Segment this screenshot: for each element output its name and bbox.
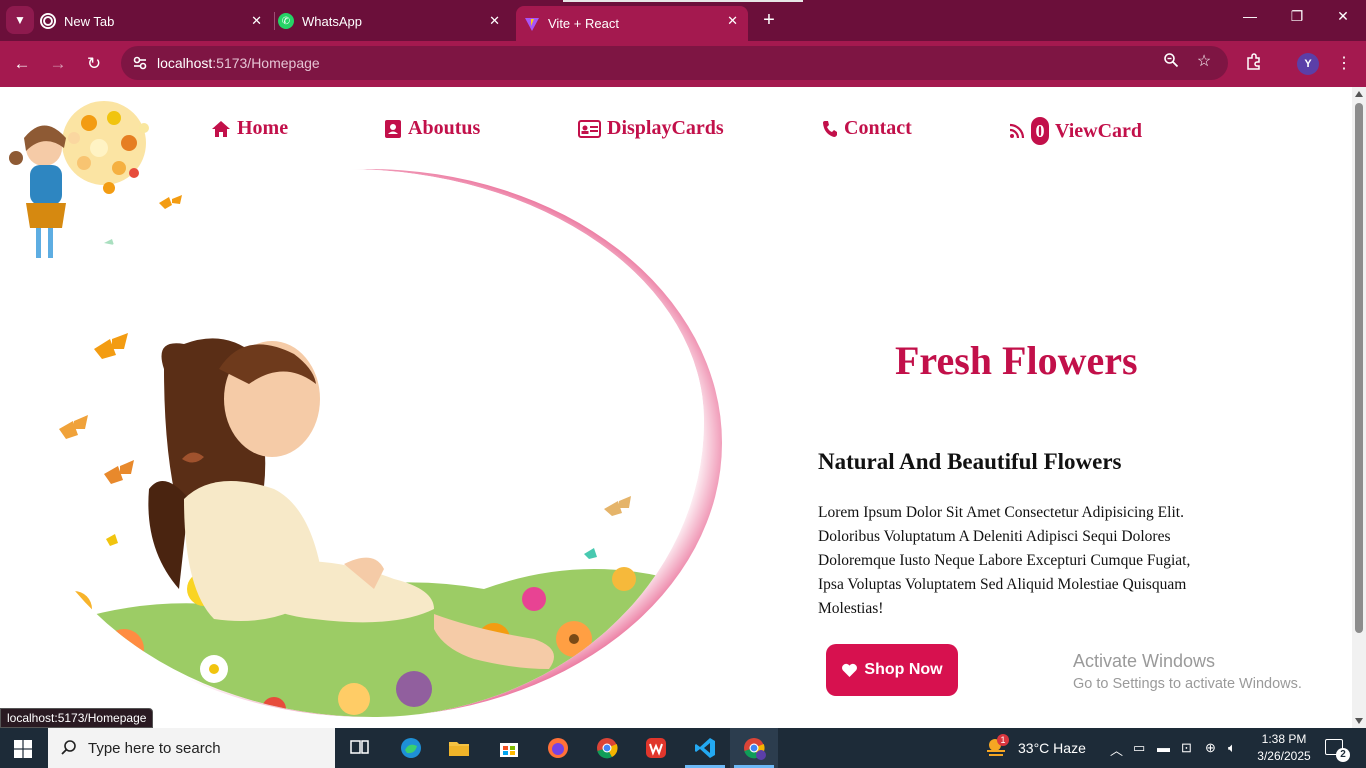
- tab-title: Vite + React: [548, 16, 619, 31]
- close-tab-icon[interactable]: ✕: [251, 13, 262, 29]
- heart-icon: [842, 663, 858, 677]
- new-tab-button[interactable]: +: [758, 8, 780, 32]
- zoom-icon[interactable]: [1160, 52, 1182, 74]
- url-host: localhost: [157, 55, 213, 71]
- taskbar-search-box[interactable]: Type here to search: [48, 728, 335, 768]
- clock-time: 1:38 PM: [1261, 732, 1307, 746]
- url-text: localhost:5173/Homepage: [157, 55, 320, 71]
- tray-overflow-chevron-icon[interactable]: ︿: [1110, 740, 1123, 759]
- chrome-profile-taskbar-icon[interactable]: [742, 736, 766, 760]
- volume-icon[interactable]: 🔈︎: [1228, 740, 1236, 756]
- scroll-thumb[interactable]: [1355, 103, 1363, 633]
- weather-alert-badge: 1: [997, 734, 1009, 746]
- tab-strip-highlight: [563, 0, 803, 2]
- taskbar-clock[interactable]: 1:38 PM 3/26/2025: [1254, 731, 1314, 765]
- microsoft-store-icon[interactable]: [497, 736, 521, 760]
- reload-icon[interactable]: ↻: [83, 53, 105, 75]
- edge-icon[interactable]: [399, 736, 423, 760]
- nav-aboutus[interactable]: Aboutus: [384, 117, 480, 140]
- back-icon[interactable]: ←: [11, 53, 33, 75]
- address-bar[interactable]: localhost:5173/Homepage ☆: [121, 46, 1228, 80]
- nav-label: Contact: [844, 117, 912, 139]
- home-icon: [212, 120, 230, 137]
- hero-description: Lorem Ipsum Dolor Sit Amet Consectetur A…: [818, 504, 1191, 617]
- nav-contact[interactable]: Contact: [822, 117, 912, 140]
- windows-taskbar: Type here to search 1 33°C Haze ︿ ▭ ▬ ⊡ …: [0, 728, 1366, 768]
- activate-windows-watermark: Activate Windows Go to Settings to activ…: [1073, 651, 1302, 692]
- web-page: Home Aboutus DisplayCards Contact 0 View…: [0, 87, 1352, 728]
- close-tab-icon[interactable]: ✕: [727, 13, 738, 29]
- watermark-line1: Activate Windows: [1073, 651, 1216, 671]
- hero-title: Fresh Flowers: [895, 338, 1138, 383]
- close-window-icon[interactable]: ✕: [1328, 8, 1358, 25]
- vite-icon: [524, 16, 540, 32]
- minimize-icon[interactable]: —: [1235, 8, 1265, 24]
- nav-label: Home: [237, 117, 289, 139]
- whatsapp-icon: ✆: [278, 13, 294, 29]
- site-info-icon[interactable]: [131, 54, 149, 72]
- vscode-icon[interactable]: [693, 736, 717, 760]
- forward-icon[interactable]: →: [47, 53, 69, 75]
- user-card-icon: [385, 119, 401, 138]
- tab-separator: [274, 12, 275, 30]
- menu-kebab-icon[interactable]: ⋮: [1333, 53, 1355, 75]
- close-tab-icon[interactable]: ✕: [489, 13, 500, 29]
- rss-icon: [1009, 123, 1025, 139]
- wps-office-icon[interactable]: [644, 736, 668, 760]
- display-icon[interactable]: ⊡: [1181, 740, 1192, 756]
- profile-avatar[interactable]: Y: [1297, 53, 1319, 75]
- browser-toolbar: ← → ↻ localhost:5173/Homepage ☆ Y ⋮: [0, 41, 1366, 87]
- hero-subtitle: Natural And Beautiful Flowers: [818, 449, 1122, 474]
- firefox-icon[interactable]: [546, 736, 570, 760]
- nav-label: ViewCard: [1055, 119, 1143, 142]
- status-bar-url: localhost:5173/Homepage: [0, 708, 154, 728]
- search-icon: [61, 740, 76, 755]
- nav-viewcard[interactable]: 0 ViewCard: [1009, 117, 1142, 145]
- chrome-taskbar-icon[interactable]: [595, 736, 619, 760]
- battery-icon[interactable]: ▬: [1157, 740, 1170, 755]
- nav-displaycards[interactable]: DisplayCards: [578, 117, 724, 140]
- tab-whatsapp[interactable]: ✆ WhatsApp ✕: [278, 6, 510, 36]
- watermark-line2: Go to Settings to activate Windows.: [1073, 676, 1302, 692]
- chrome-icon: [40, 13, 56, 29]
- shop-now-label: Shop Now: [864, 661, 943, 678]
- file-explorer-icon[interactable]: [447, 736, 471, 760]
- taskbar-search-placeholder: Type here to search: [88, 740, 221, 757]
- tab-new-tab[interactable]: New Tab ✕: [40, 6, 272, 36]
- tab-search-button[interactable]: ▼: [6, 6, 34, 34]
- scroll-up-arrow-icon[interactable]: [1355, 91, 1363, 97]
- cart-count-badge: 0: [1031, 117, 1049, 145]
- shop-now-button[interactable]: Shop Now: [826, 644, 958, 696]
- language-globe-icon[interactable]: ⊕: [1205, 740, 1216, 756]
- scroll-down-arrow-icon[interactable]: [1355, 718, 1363, 724]
- windows-start-icon[interactable]: [14, 740, 32, 758]
- page-scrollbar[interactable]: [1352, 87, 1366, 728]
- tab-title: New Tab: [64, 13, 115, 29]
- bookmark-star-icon[interactable]: ☆: [1193, 51, 1215, 73]
- nav-home[interactable]: Home: [211, 117, 288, 140]
- meet-now-icon[interactable]: ▭: [1133, 740, 1145, 756]
- tab-vite-react[interactable]: Vite + React ✕: [516, 6, 748, 41]
- task-view-icon[interactable]: [348, 736, 372, 760]
- extensions-icon[interactable]: [1243, 53, 1265, 75]
- tab-title: WhatsApp: [302, 13, 362, 29]
- id-card-icon: [578, 119, 601, 138]
- weather-text[interactable]: 33°C Haze: [1018, 740, 1086, 756]
- url-path: :5173/Homepage: [212, 55, 320, 71]
- phone-icon: [823, 120, 837, 137]
- browser-tab-bar: ▼ New Tab ✕ ✆ WhatsApp ✕ Vite + React ✕ …: [0, 0, 1366, 41]
- restore-icon[interactable]: ❐: [1282, 8, 1312, 25]
- nav-label: DisplayCards: [607, 117, 724, 139]
- nav-label: Aboutus: [408, 117, 481, 139]
- notification-count-badge: 2: [1336, 748, 1350, 762]
- clock-date: 3/26/2025: [1257, 749, 1311, 763]
